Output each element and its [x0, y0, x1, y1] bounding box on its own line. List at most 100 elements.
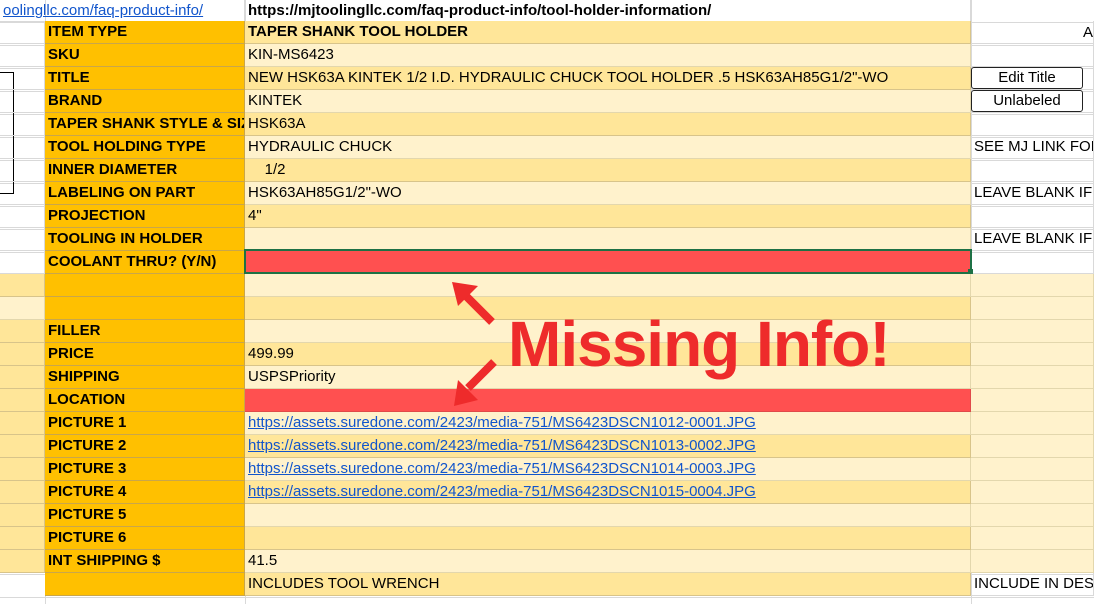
row-prefix-cell[interactable] [0, 90, 45, 113]
partial-row-label [45, 573, 245, 596]
right-column-cell[interactable] [971, 320, 1094, 343]
picture-link[interactable]: https://assets.suredone.com/2423/media-7… [245, 458, 971, 481]
right-column-cell[interactable] [971, 366, 1094, 389]
right-column-cell[interactable] [971, 113, 1094, 136]
field-value[interactable]: 1/2 [245, 159, 971, 182]
field-value[interactable]: NEW HSK63A KINTEK 1/2 I.D. HYDRAULIC CHU… [245, 67, 971, 90]
field-value[interactable]: KINTEK [245, 90, 971, 113]
partial-row-value[interactable]: INCLUDES TOOL WRENCH [245, 573, 971, 596]
row-prefix-cell[interactable] [0, 182, 45, 205]
field-label: PICTURE 4 [45, 481, 245, 504]
right-column-cell[interactable] [971, 389, 1094, 412]
grid-hline [0, 597, 1094, 598]
field-value[interactable]: HSK63A [245, 113, 971, 136]
field-label: LOCATION [45, 389, 245, 412]
fill-handle[interactable] [968, 269, 973, 274]
row-prefix-cell[interactable] [0, 458, 45, 481]
field-label: SHIPPING [45, 366, 245, 389]
field-label: TOOL HOLDING TYPE [45, 136, 245, 159]
field-label: PICTURE 6 [45, 527, 245, 550]
row-prefix-cell[interactable] [0, 113, 45, 136]
field-label: INNER DIAMETER [45, 159, 245, 182]
right-column-cell[interactable] [971, 550, 1094, 573]
field-label: PRICE [45, 343, 245, 366]
row-prefix-cell[interactable] [0, 251, 45, 274]
note-labeling-on-part: LEAVE BLANK IF NO [971, 182, 1094, 205]
row-prefix-cell[interactable] [0, 159, 45, 182]
field-value[interactable] [245, 504, 971, 527]
row-prefix-cell[interactable] [0, 21, 45, 44]
right-column-cell[interactable] [971, 274, 1094, 297]
right-column-cell[interactable] [971, 297, 1094, 320]
field-value[interactable]: KIN-MS6423 [245, 44, 971, 67]
row-prefix-cell[interactable] [0, 527, 45, 550]
right-column-cell[interactable] [971, 435, 1094, 458]
right-column-cell[interactable] [971, 44, 1094, 67]
picture-link[interactable]: https://assets.suredone.com/2423/media-7… [245, 435, 971, 458]
edit-title-button[interactable]: Edit Title [971, 67, 1083, 89]
row-prefix-cell[interactable] [0, 320, 45, 343]
field-value[interactable]: 41.5 [245, 550, 971, 573]
right-column-cell[interactable] [971, 159, 1094, 182]
header-link-cell[interactable]: oolingllc.com/faq-product-info/ [0, 0, 245, 22]
row-prefix-cell[interactable] [0, 550, 45, 573]
arrow-up-left-icon [452, 282, 495, 325]
unlabeled-button[interactable]: Unlabeled [971, 90, 1083, 112]
row-prefix-cell[interactable] [0, 67, 45, 90]
note-tool-holding-type: SEE MJ LINK FOR C [971, 136, 1094, 159]
right-column-cell[interactable] [971, 458, 1094, 481]
row-prefix-cell[interactable] [0, 504, 45, 527]
field-label: INT SHIPPING $ [45, 550, 245, 573]
right-column-cell[interactable] [971, 21, 1094, 44]
arrow-down-left-icon [454, 359, 497, 406]
right-column-cell[interactable] [971, 205, 1094, 228]
field-value[interactable]: HSK63AH85G1/2"-WO [245, 182, 971, 205]
field-value[interactable] [245, 527, 971, 550]
field-label: TITLE [45, 67, 245, 90]
field-value[interactable] [245, 228, 971, 251]
right-column-cell[interactable] [971, 481, 1094, 504]
note-tooling-in-holder: LEAVE BLANK IF NO [971, 228, 1094, 251]
field-label [45, 297, 245, 320]
right-column-cell[interactable] [971, 251, 1094, 274]
row-prefix-cell[interactable] [0, 136, 45, 159]
row-prefix-cell[interactable] [0, 366, 45, 389]
field-value[interactable]: HYDRAULIC CHUCK [245, 136, 971, 159]
field-label: TOOLING IN HOLDER [45, 228, 245, 251]
right-column-cell[interactable] [971, 412, 1094, 435]
missing-info-annotation: Missing Info! [508, 308, 891, 380]
row-prefix-cell[interactable] [0, 412, 45, 435]
missing-value-cell[interactable] [245, 389, 971, 412]
row-prefix-cell[interactable] [0, 389, 45, 412]
row-prefix-cell[interactable] [0, 205, 45, 228]
spreadsheet: oolingllc.com/faq-product-info/ https://… [0, 0, 1094, 604]
url-cell: https://mjtoolingllc.com/faq-product-inf… [245, 0, 971, 22]
field-value[interactable] [245, 274, 971, 297]
field-label: PROJECTION [45, 205, 245, 228]
field-label [45, 274, 245, 297]
row-prefix-cell[interactable] [0, 481, 45, 504]
right-column-cell[interactable] [971, 504, 1094, 527]
picture-link[interactable]: https://assets.suredone.com/2423/media-7… [245, 481, 971, 504]
row-prefix-cell[interactable] [0, 435, 45, 458]
field-label: COOLANT THRU? (Y/N) [45, 251, 245, 274]
field-label: FILLER [45, 320, 245, 343]
row-prefix-cell[interactable] [0, 343, 45, 366]
right-column-cell[interactable] [971, 527, 1094, 550]
field-value[interactable]: TAPER SHANK TOOL HOLDER [245, 21, 971, 44]
field-value[interactable]: 4" [245, 205, 971, 228]
row-prefix-cell[interactable] [0, 297, 45, 320]
field-label: LABELING ON PART [45, 182, 245, 205]
field-label: BRAND [45, 90, 245, 113]
field-label: PICTURE 1 [45, 412, 245, 435]
row-prefix-cell[interactable] [0, 44, 45, 67]
picture-link[interactable]: https://assets.suredone.com/2423/media-7… [245, 412, 971, 435]
field-label: ITEM TYPE [45, 21, 245, 44]
field-label: PICTURE 5 [45, 504, 245, 527]
row-prefix-cell[interactable] [0, 228, 45, 251]
field-label: SKU [45, 44, 245, 67]
selected-cell-outline [244, 249, 972, 274]
field-label: PICTURE 3 [45, 458, 245, 481]
right-column-cell[interactable] [971, 343, 1094, 366]
row-prefix-cell[interactable] [0, 274, 45, 297]
